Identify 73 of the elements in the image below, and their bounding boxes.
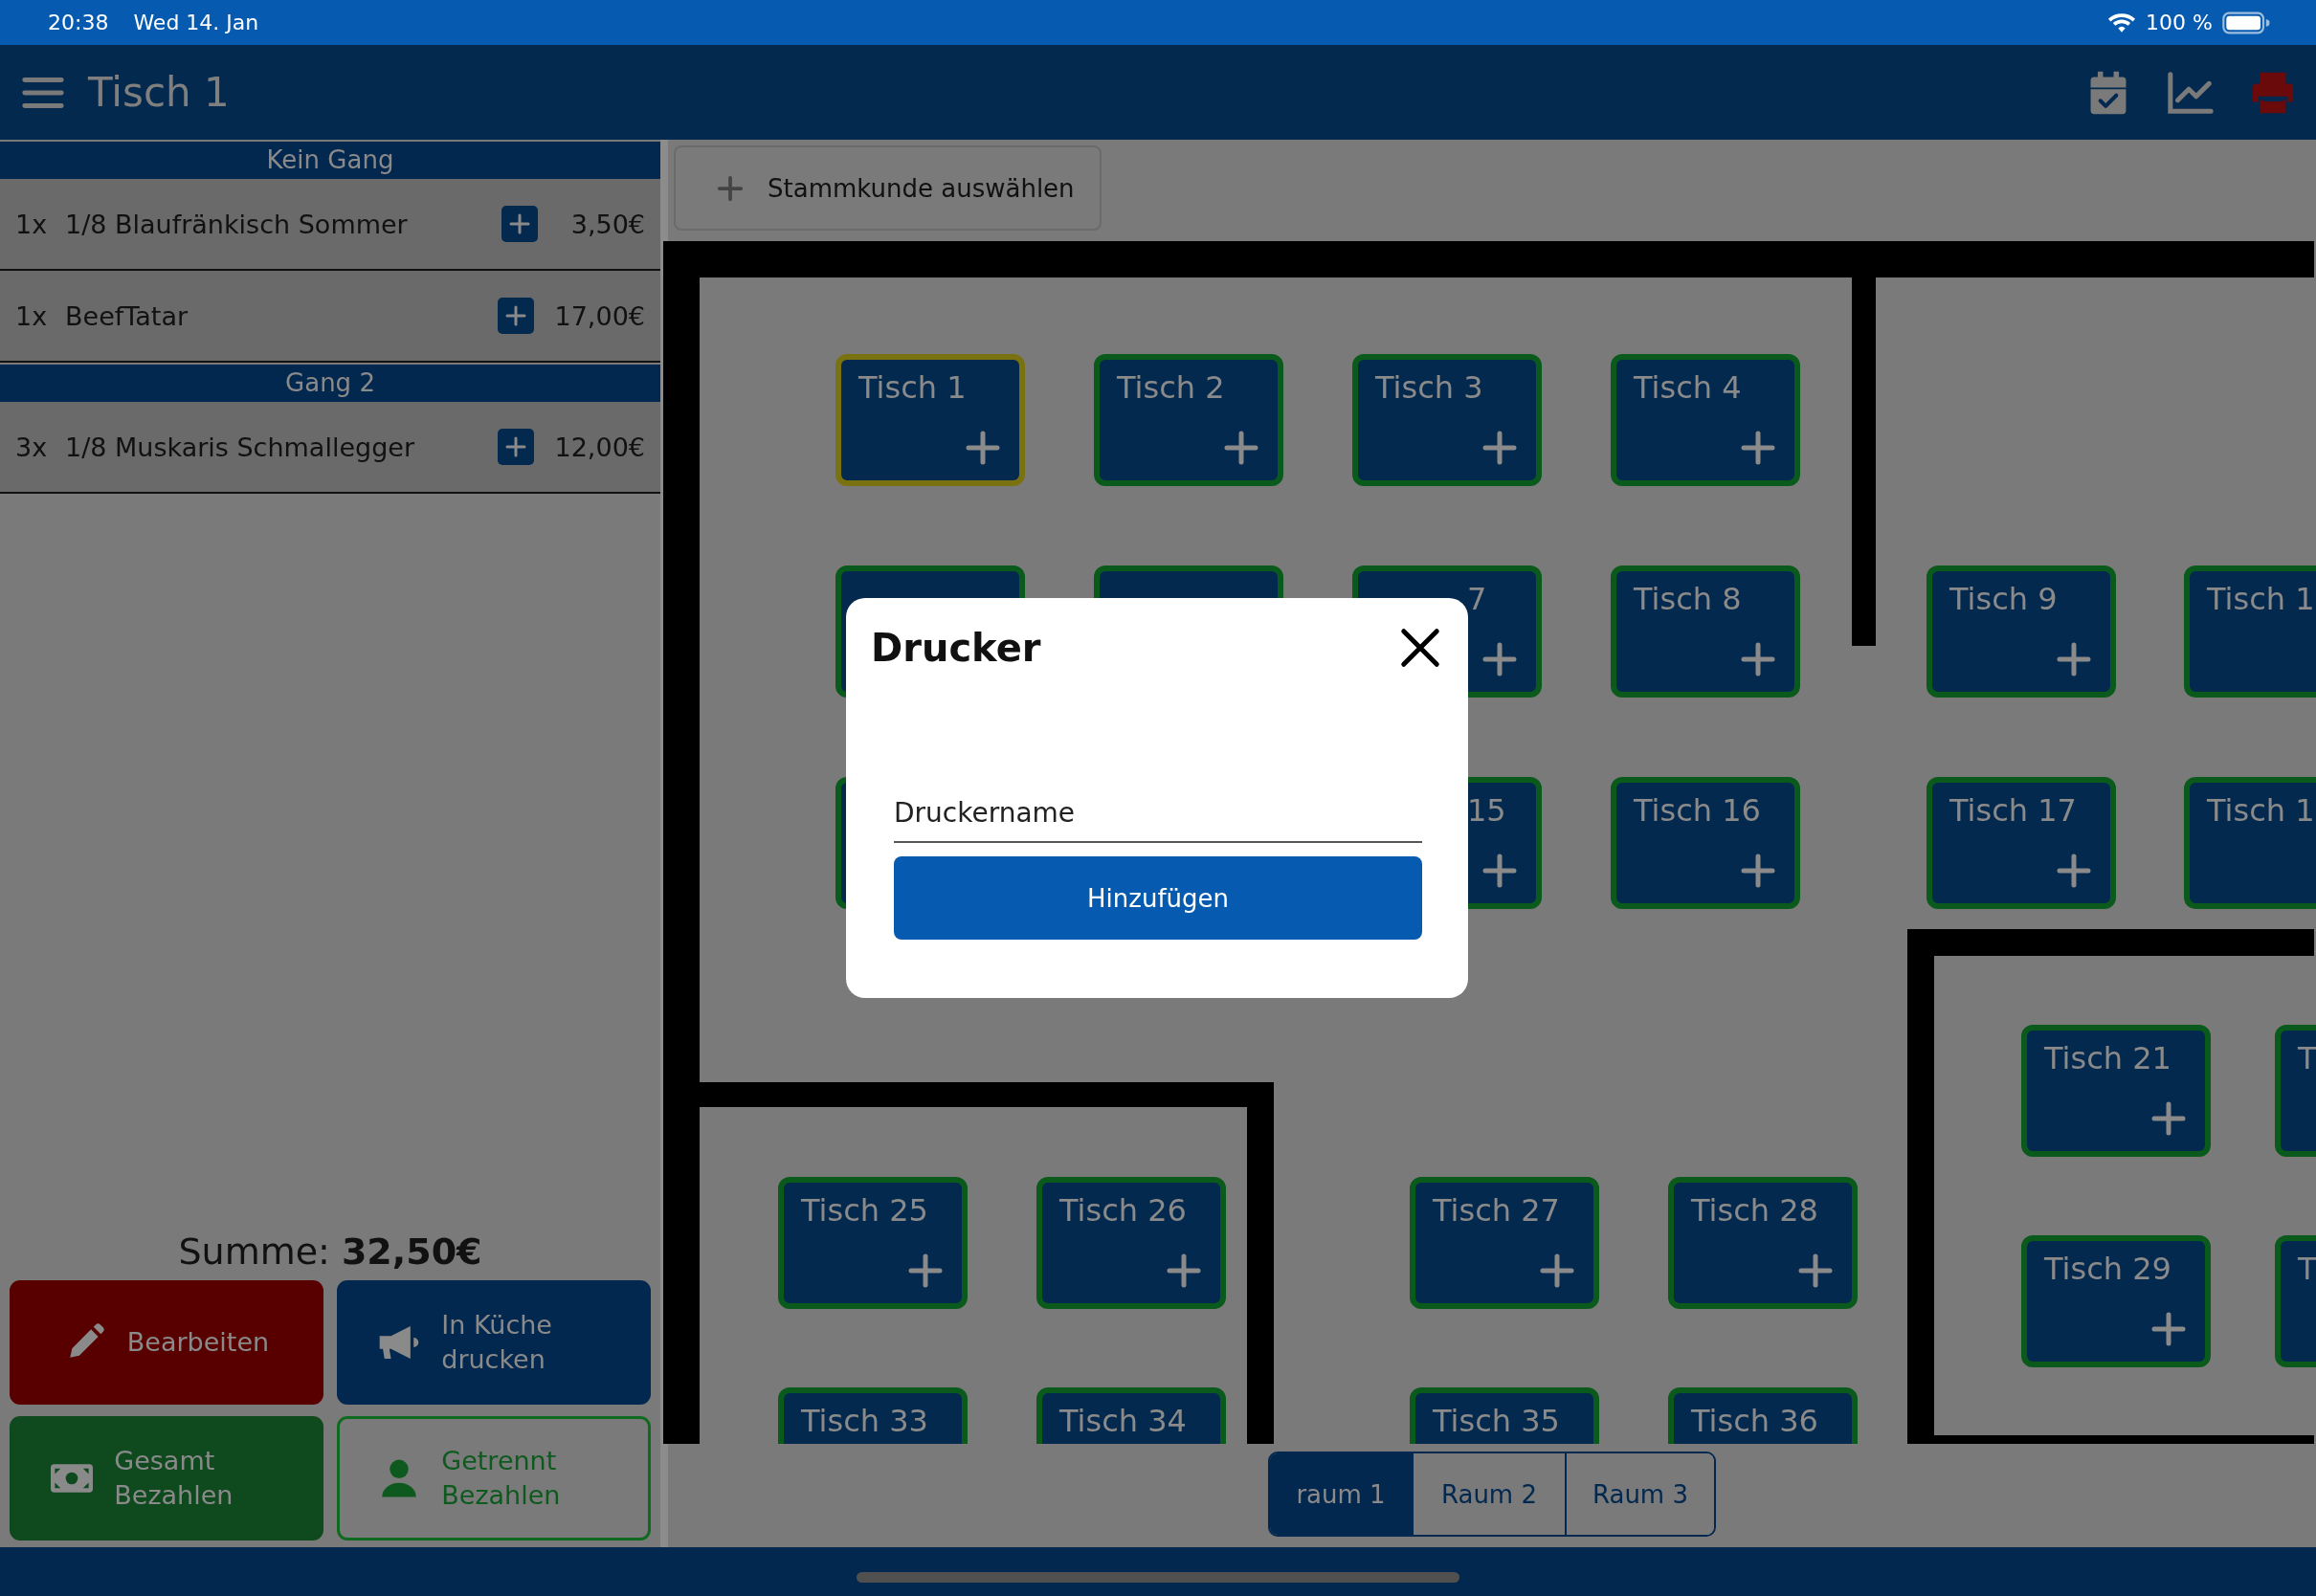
table-tile[interactable]: Tisch 33: [778, 1387, 968, 1444]
plus-icon: [2149, 1099, 2188, 1138]
item-name: 1/8 Blaufränkisch Sommer: [65, 209, 409, 239]
table-tile[interactable]: Tisch 3: [1352, 354, 1542, 486]
plus-icon: [1165, 1252, 1203, 1290]
add-item-button[interactable]: [497, 429, 534, 465]
table-tile[interactable]: Tisch 34: [1036, 1387, 1226, 1444]
close-icon: [1398, 626, 1442, 670]
page-title: Tisch 1: [88, 69, 230, 116]
item-quantity: 3x: [15, 432, 49, 462]
wifi-icon: [2107, 11, 2137, 33]
line-chart-icon[interactable]: [2167, 69, 2215, 116]
battery-percentage: 100 %: [2146, 11, 2213, 34]
plus-icon: [2149, 1310, 2188, 1348]
item-name: BeefTatar: [65, 300, 189, 331]
item-quantity: 1x: [15, 209, 49, 239]
table-tile[interactable]: Tisch 35: [1410, 1387, 1599, 1444]
plus-icon: [1481, 640, 1519, 678]
item-quantity: 1x: [15, 300, 49, 331]
table-tile[interactable]: Tisch 28: [1668, 1177, 1858, 1309]
select-customer-button[interactable]: Stammkunde auswählen: [674, 145, 1102, 231]
table-tile[interactable]: Tisch 1: [2184, 777, 2316, 909]
table-tile[interactable]: Tisch 25: [778, 1177, 968, 1309]
table-tile[interactable]: Tisch 36: [1668, 1387, 1858, 1444]
plus-icon: [503, 304, 527, 327]
plus-icon: [906, 1252, 945, 1290]
room-tab[interactable]: raum 1: [1270, 1453, 1412, 1535]
plus-icon: [503, 435, 527, 458]
plus-icon: [1739, 429, 1777, 467]
item-price: 12,00€: [554, 432, 645, 462]
plus-icon: [716, 173, 745, 203]
add-item-button[interactable]: [497, 298, 534, 334]
table-tile[interactable]: Tisch 8: [1611, 565, 1800, 698]
order-total: Summe: 32,50€: [177, 1230, 483, 1275]
table-tile[interactable]: T: [2275, 1025, 2316, 1157]
dialog-title: Drucker: [871, 626, 1041, 670]
room-tab[interactable]: Raum 3: [1565, 1453, 1714, 1535]
course-header: Gang 2: [0, 365, 660, 402]
plus-icon: [1222, 429, 1260, 467]
course-header: Kein Gang: [0, 142, 660, 179]
plus-icon: [2055, 640, 2093, 678]
action-button[interactable]: In Küche drucken: [337, 1280, 651, 1405]
table-tile[interactable]: Tisch 1: [2184, 565, 2316, 698]
plus-icon: [1739, 640, 1777, 678]
table-tile[interactable]: Tisch 16: [1611, 777, 1800, 909]
battery-icon: [2222, 11, 2270, 34]
table-tile[interactable]: Tisch 4: [1611, 354, 1800, 486]
item-name: 1/8 Muskaris Schmallegger: [65, 432, 415, 462]
table-tile[interactable]: Tisch 2: [1094, 354, 1283, 486]
table-tile[interactable]: Tisch 1: [835, 354, 1025, 486]
plus-icon: [508, 212, 531, 235]
status-date: Wed 14. Jan: [133, 11, 259, 34]
item-price: 3,50€: [569, 209, 645, 239]
action-button[interactable]: Gesamt Bezahlen: [10, 1416, 323, 1541]
plus-icon: [2055, 852, 2093, 890]
plus-icon: [1481, 852, 1519, 890]
table-tile[interactable]: T: [2275, 1235, 2316, 1367]
action-button[interactable]: Bearbeiten: [10, 1280, 323, 1405]
plus-icon: [1538, 1252, 1576, 1290]
add-button[interactable]: Hinzufügen: [894, 856, 1422, 940]
table-tile[interactable]: Tisch 27: [1410, 1177, 1599, 1309]
table-tile[interactable]: Tisch 26: [1036, 1177, 1226, 1309]
add-item-button[interactable]: [501, 206, 538, 242]
item-price: 17,00€: [554, 300, 645, 331]
table-tile[interactable]: Tisch 29: [2021, 1235, 2211, 1367]
plus-icon: [964, 429, 1002, 467]
table-tile[interactable]: Tisch 9: [1926, 565, 2116, 698]
plus-icon: [1481, 429, 1519, 467]
plus-icon: [1739, 852, 1777, 890]
plus-icon: [1796, 1252, 1835, 1290]
table-tile[interactable]: Tisch 17: [1926, 777, 2116, 909]
table-tile[interactable]: Tisch 21: [2021, 1025, 2211, 1157]
status-time: 20:38: [48, 11, 109, 34]
